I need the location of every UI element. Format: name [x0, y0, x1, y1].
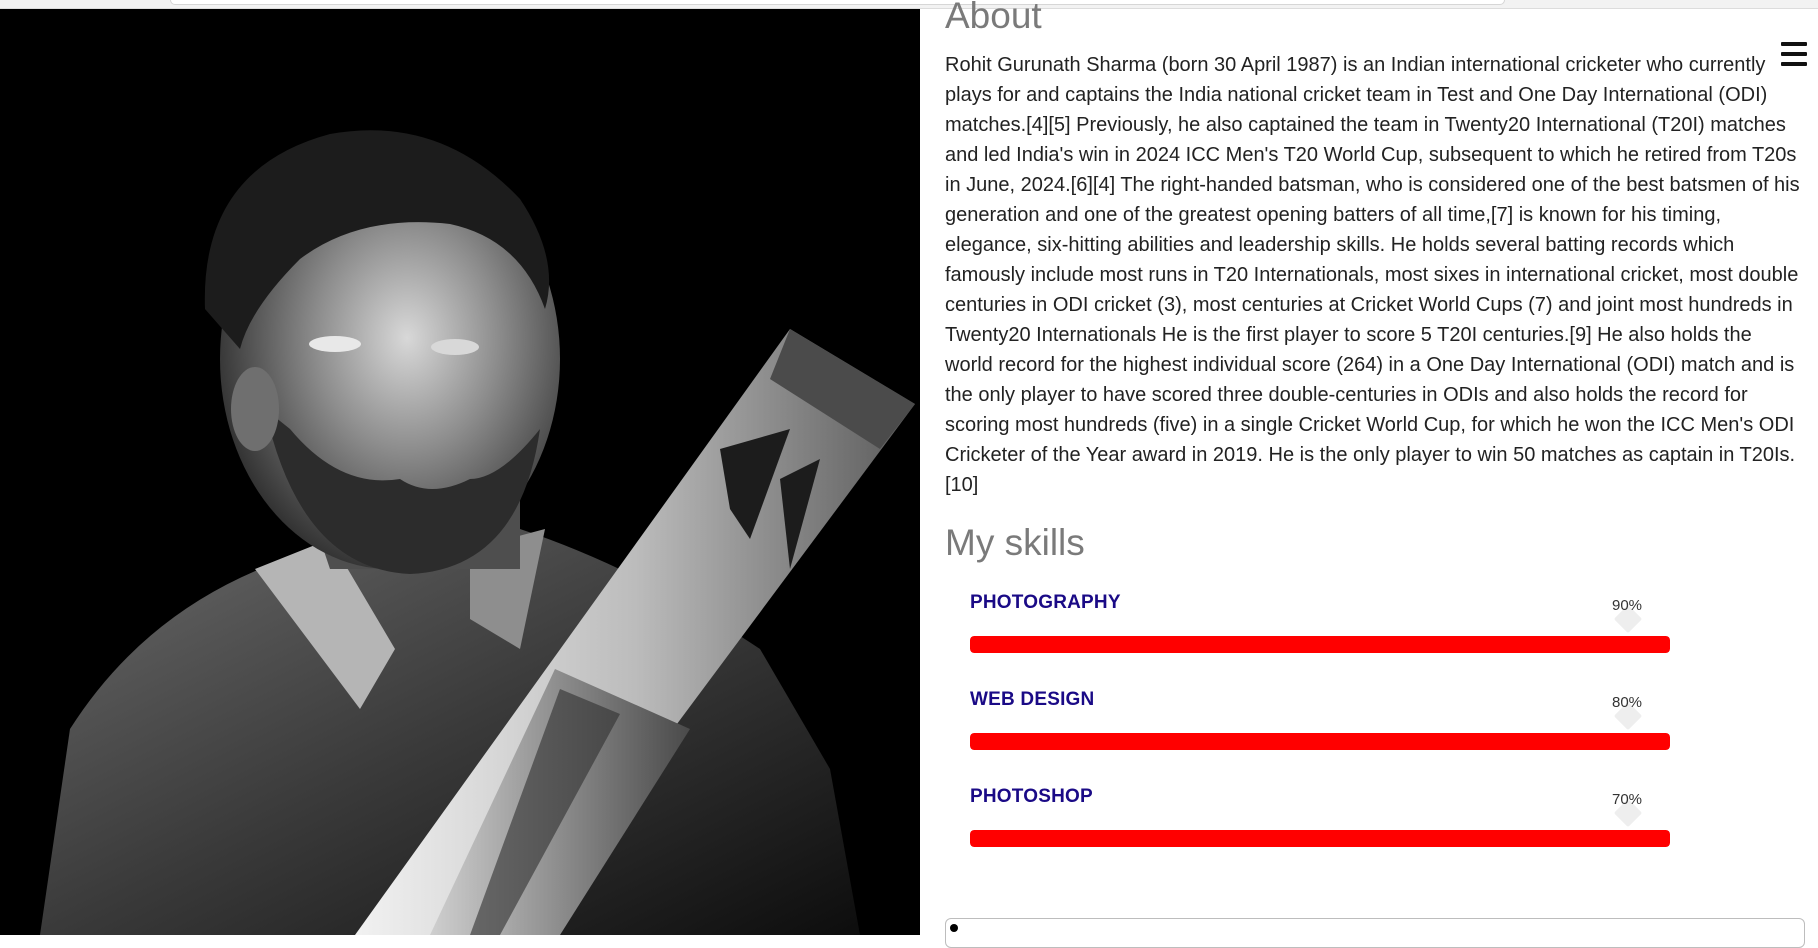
skill-progress-track — [970, 830, 1670, 847]
skill-photography: PHOTOGRAPHY 90% — [970, 592, 1710, 682]
skills-heading: My skills — [945, 522, 1085, 563]
skill-name: WEB DESIGN — [970, 689, 1095, 710]
skill-name: PHOTOSHOP — [970, 786, 1093, 807]
skill-progress-track — [970, 733, 1670, 750]
skill-progress-track — [970, 636, 1670, 653]
skill-percent: 90% — [1612, 597, 1643, 614]
skill-percent: 80% — [1612, 694, 1643, 711]
next-section-card — [945, 918, 1805, 948]
profile-photo — [0, 9, 920, 935]
skill-progress-fill — [970, 830, 1670, 847]
bullet-dot-icon — [950, 924, 958, 932]
skill-web-design: WEB DESIGN 80% — [970, 689, 1710, 779]
skill-progress-fill — [970, 733, 1670, 750]
skill-name: PHOTOGRAPHY — [970, 592, 1121, 613]
skill-percent: 70% — [1612, 791, 1643, 808]
skill-photoshop: PHOTOSHOP 70% — [970, 786, 1710, 876]
skill-progress-fill — [970, 636, 1670, 653]
cricketer-portrait-image — [0, 9, 920, 935]
about-section: About Rohit Gurunath Sharma (born 30 Apr… — [945, 0, 1805, 948]
about-heading: About — [945, 0, 1042, 36]
about-paragraph: Rohit Gurunath Sharma (born 30 April 198… — [945, 54, 1800, 496]
